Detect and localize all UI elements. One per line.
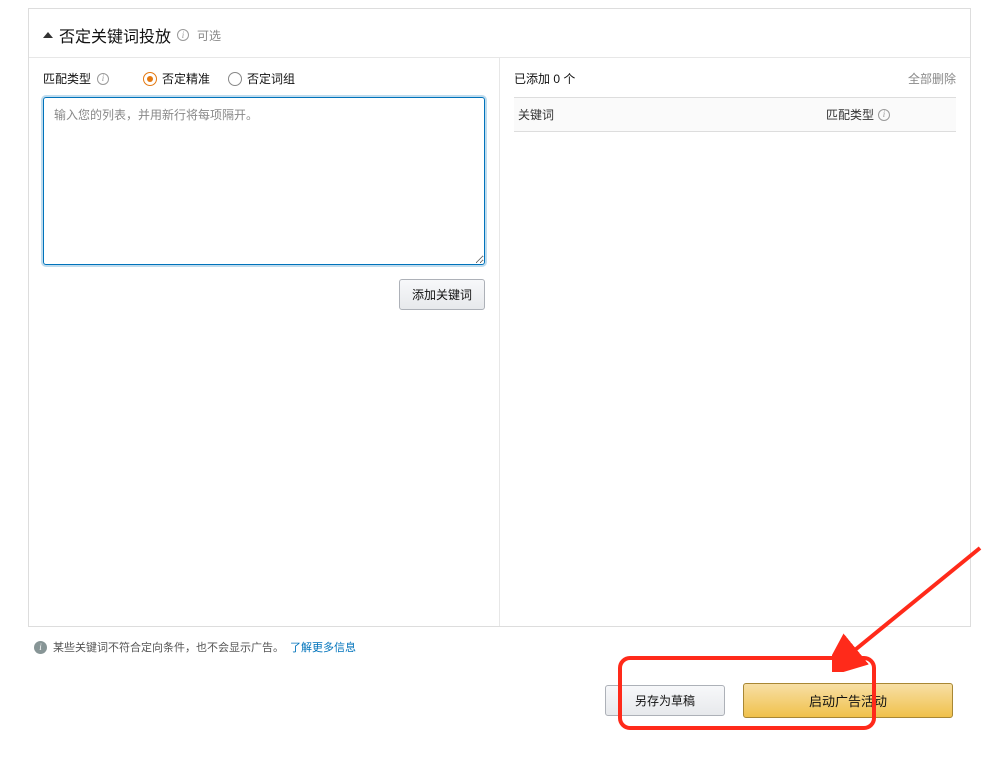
radio-icon — [143, 72, 157, 86]
column-keyword: 关键词 — [514, 106, 826, 123]
info-icon: i — [34, 641, 47, 654]
added-prefix: 已添加 — [514, 72, 550, 86]
radio-label: 否定词组 — [247, 70, 295, 87]
action-row: 另存为草稿 启动广告活动 — [0, 683, 953, 718]
added-header: 已添加 0 个 全部删除 — [514, 70, 956, 87]
added-count: 0 — [553, 72, 560, 86]
add-button-row: 添加关键词 — [43, 279, 485, 310]
save-draft-button[interactable]: 另存为草稿 — [605, 685, 725, 716]
info-icon[interactable]: i — [878, 109, 890, 121]
radio-label: 否定精准 — [162, 70, 210, 87]
column-match-type-label: 匹配类型 — [826, 106, 874, 123]
panel-header[interactable]: 否定关键词投放 i 可选 — [29, 9, 970, 58]
keywords-textarea[interactable] — [43, 97, 485, 265]
add-keywords-button[interactable]: 添加关键词 — [399, 279, 485, 310]
added-count-label: 已添加 0 个 — [514, 70, 575, 87]
added-column: 已添加 0 个 全部删除 关键词 匹配类型 i — [500, 58, 970, 626]
info-icon[interactable]: i — [177, 29, 189, 41]
footer-note: i 某些关键词不符合定向条件，也不会显示广告。 了解更多信息 — [28, 633, 971, 665]
learn-more-link[interactable]: 了解更多信息 — [290, 639, 356, 655]
info-icon[interactable]: i — [97, 73, 109, 85]
optional-label: 可选 — [197, 27, 221, 44]
delete-all-link[interactable]: 全部删除 — [908, 70, 956, 87]
added-table-header: 关键词 匹配类型 i — [514, 97, 956, 132]
radio-negative-phrase[interactable]: 否定词组 — [228, 70, 295, 87]
panel-body: 匹配类型 i 否定精准 否定词组 添加关键词 — [29, 58, 970, 626]
input-column: 匹配类型 i 否定精准 否定词组 添加关键词 — [29, 58, 500, 626]
column-match-type: 匹配类型 i — [826, 106, 956, 123]
caret-up-icon — [43, 32, 53, 38]
radio-negative-exact[interactable]: 否定精准 — [143, 70, 210, 87]
panel-title: 否定关键词投放 — [59, 23, 171, 47]
added-suffix: 个 — [563, 72, 575, 86]
match-type-radio-group: 否定精准 否定词组 — [143, 70, 295, 87]
radio-icon — [228, 72, 242, 86]
negative-keywords-panel: 否定关键词投放 i 可选 匹配类型 i 否定精准 否定词组 — [28, 8, 971, 627]
match-type-row: 匹配类型 i 否定精准 否定词组 — [43, 70, 485, 87]
footer-note-text: 某些关键词不符合定向条件，也不会显示广告。 — [53, 639, 284, 655]
match-type-label: 匹配类型 — [43, 70, 91, 87]
launch-campaign-button[interactable]: 启动广告活动 — [743, 683, 953, 718]
